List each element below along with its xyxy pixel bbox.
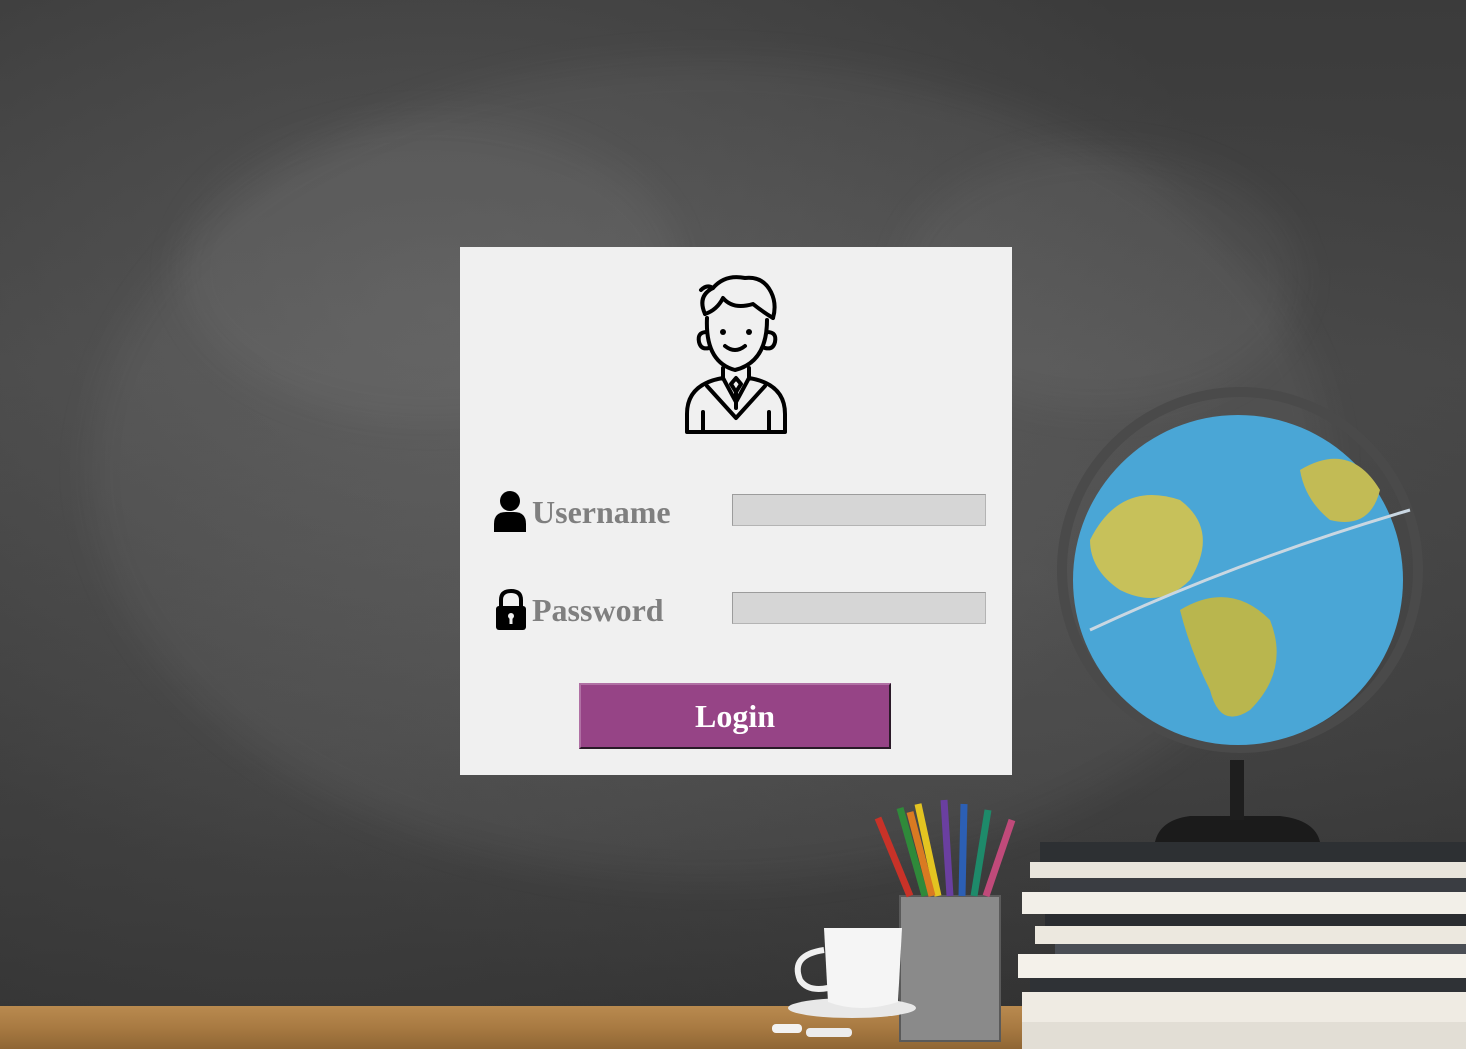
student-avatar-icon	[685, 275, 787, 434]
book-stack	[1018, 842, 1466, 1049]
globe	[1057, 387, 1423, 842]
password-input[interactable]	[732, 592, 986, 624]
chalk-piece	[806, 1028, 852, 1037]
username-label: Username	[532, 494, 671, 530]
login-button[interactable]: Login	[579, 683, 891, 749]
lock-icon	[496, 588, 526, 630]
username-input[interactable]	[732, 494, 986, 526]
login-screen: Username Password Login	[0, 0, 1466, 1049]
coffee-cup	[788, 928, 916, 1018]
password-row: Password	[490, 586, 990, 630]
chalk-piece	[772, 1024, 802, 1033]
user-icon	[494, 491, 526, 532]
username-row: Username	[490, 488, 990, 532]
password-label: Password	[532, 592, 664, 628]
